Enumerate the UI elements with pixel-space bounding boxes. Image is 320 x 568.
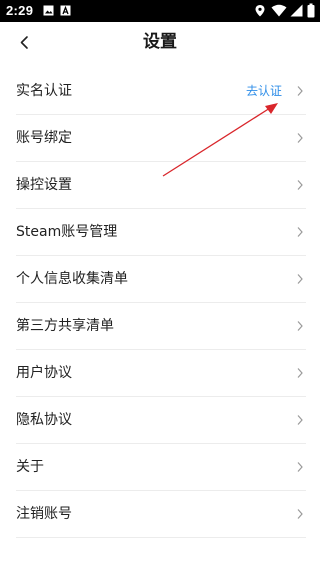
menu-item-label: 注销账号 bbox=[16, 506, 72, 522]
chevron-right-icon bbox=[297, 415, 303, 425]
status-time: 2:29 bbox=[6, 3, 34, 18]
location-icon bbox=[255, 5, 265, 17]
chevron-left-icon bbox=[20, 36, 28, 49]
menu-item-personal-info-list[interactable]: 个人信息收集清单 bbox=[16, 256, 306, 303]
wifi-icon bbox=[271, 4, 287, 17]
chevron-right-icon bbox=[297, 227, 303, 237]
go-verify-link[interactable]: 去认证 bbox=[246, 82, 282, 100]
back-button[interactable] bbox=[8, 26, 40, 58]
menu-item-real-name-verification[interactable]: 实名认证 去认证 bbox=[16, 68, 306, 115]
menu-item-user-agreement[interactable]: 用户协议 bbox=[16, 350, 306, 397]
menu-item-third-party-sharing-list[interactable]: 第三方共享清单 bbox=[16, 303, 306, 350]
menu-item-label: 第三方共享清单 bbox=[16, 318, 114, 334]
chevron-right-icon bbox=[297, 462, 303, 472]
menu-item-label: 操控设置 bbox=[16, 177, 72, 193]
settings-menu-list: 实名认证 去认证 账号绑定 操控设置 Steam账号管理 个人信息收集清单 第三… bbox=[0, 68, 320, 538]
app-header: 设置 bbox=[0, 22, 320, 62]
chevron-right-icon bbox=[297, 180, 303, 190]
menu-item-label: 实名认证 bbox=[16, 83, 72, 99]
menu-item-label: 个人信息收集清单 bbox=[16, 271, 128, 287]
menu-item-label: 用户协议 bbox=[16, 365, 72, 381]
image-notification-icon bbox=[43, 5, 54, 16]
menu-item-label: 隐私协议 bbox=[16, 412, 72, 428]
menu-item-control-settings[interactable]: 操控设置 bbox=[16, 162, 306, 209]
signal-icon bbox=[290, 4, 303, 17]
chevron-right-icon bbox=[297, 274, 303, 284]
a-notification-icon bbox=[60, 5, 71, 16]
chevron-right-icon bbox=[297, 86, 303, 96]
menu-item-account-binding[interactable]: 账号绑定 bbox=[16, 115, 306, 162]
status-bar: 2:29 bbox=[0, 0, 320, 22]
chevron-right-icon bbox=[297, 368, 303, 378]
chevron-right-icon bbox=[297, 509, 303, 519]
menu-item-cancel-account[interactable]: 注销账号 bbox=[16, 491, 306, 538]
chevron-right-icon bbox=[297, 321, 303, 331]
menu-item-about[interactable]: 关于 bbox=[16, 444, 306, 491]
menu-item-privacy-agreement[interactable]: 隐私协议 bbox=[16, 397, 306, 444]
menu-item-label: Steam账号管理 bbox=[16, 224, 118, 240]
chevron-right-icon bbox=[297, 133, 303, 143]
menu-item-steam-account[interactable]: Steam账号管理 bbox=[16, 209, 306, 256]
menu-item-label: 账号绑定 bbox=[16, 130, 72, 146]
battery-icon bbox=[307, 3, 315, 18]
menu-item-label: 关于 bbox=[16, 459, 44, 475]
page-title: 设置 bbox=[143, 32, 177, 52]
